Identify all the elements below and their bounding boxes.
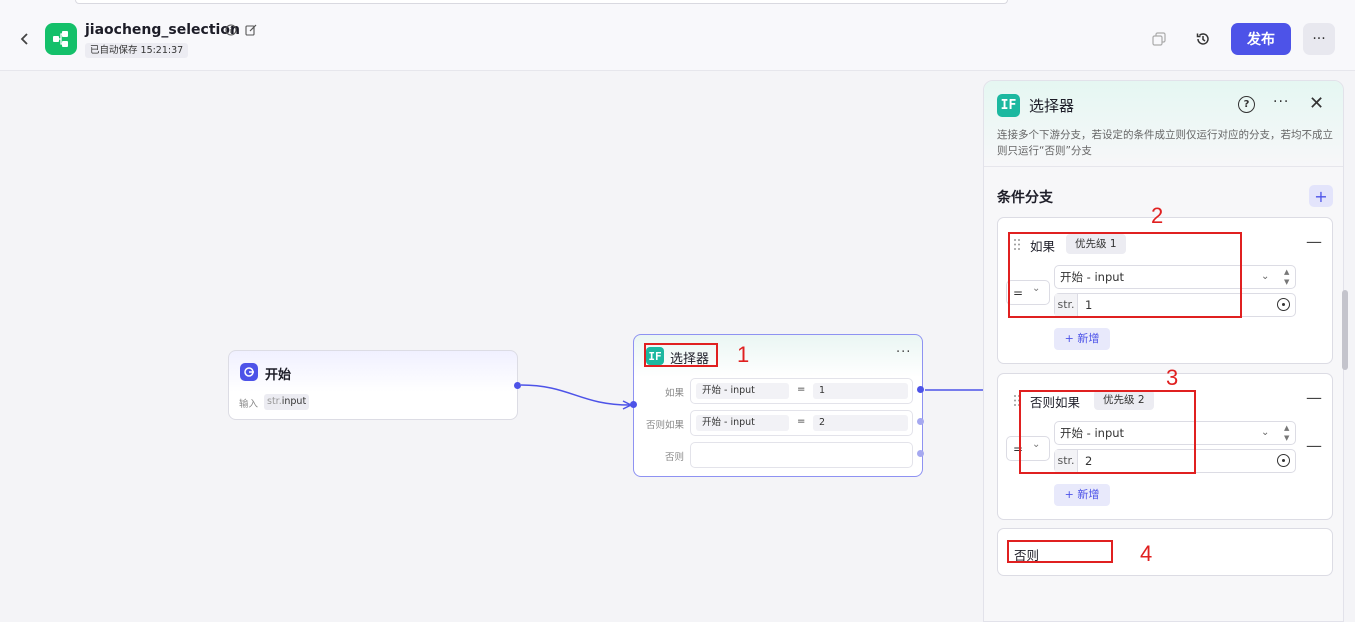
condition-right: 2 (813, 415, 908, 431)
add-branch-button[interactable]: + (1309, 185, 1333, 207)
top-divider (75, 0, 1008, 4)
start-node-variable: str.input (264, 394, 310, 410)
selector-row-else: 否则 (634, 442, 924, 468)
copy-icon[interactable] (1150, 30, 1168, 48)
selector-port-elseif[interactable] (917, 418, 924, 425)
panel-description: 连接多个下游分支，若设定的条件成立则仅运行对应的分支，若均不成立则只运行“否则”… (997, 129, 1333, 157)
variable-ref-icon[interactable] (1277, 454, 1290, 467)
remove-branch-icon[interactable]: — (1306, 232, 1322, 251)
add-condition-button[interactable]: + 新增 (1054, 328, 1110, 350)
variable-ref-icon[interactable] (1277, 298, 1290, 311)
app-title: jiaocheng_selection (85, 22, 240, 38)
selector-port-if[interactable] (917, 386, 924, 393)
back-icon[interactable] (16, 28, 34, 50)
start-node-input-label: 输入 (239, 399, 259, 410)
condition-right: 1 (813, 383, 908, 399)
panel-scrollbar[interactable] (1342, 290, 1348, 370)
annotation-number-3: 3 (1166, 365, 1179, 390)
annotation-number-4: 4 (1140, 541, 1153, 566)
annotation-box-2 (1008, 232, 1242, 318)
selector-row-if: 如果 开始 - input = 1 (634, 378, 924, 404)
help-icon[interactable]: ? (1238, 96, 1255, 113)
stepper-icon[interactable]: ▲ ▼ (1284, 423, 1289, 443)
annotation-box-3 (1019, 390, 1196, 474)
edit-icon[interactable] (245, 24, 257, 39)
chevron-down-icon: ⌄ (1261, 271, 1270, 282)
selector-port-else[interactable] (917, 450, 924, 457)
start-node-icon (240, 363, 258, 381)
top-bar: jiaocheng_selection 已自动保存 15:21:37 发布 ··… (0, 0, 1355, 71)
annotation-box-4 (1007, 540, 1113, 563)
condition-box[interactable]: 开始 - input = 2 (690, 410, 913, 436)
close-icon[interactable]: ✕ (1309, 93, 1324, 114)
annotation-box-1 (644, 343, 718, 367)
condition-operator: = (797, 416, 806, 427)
condition-operator: = (797, 384, 806, 395)
condition-left: 开始 - input (696, 415, 789, 431)
condition-box[interactable]: 开始 - input = 1 (690, 378, 913, 404)
chevron-down-icon: ⌄ (1261, 427, 1270, 438)
remove-branch-icon[interactable]: — (1306, 388, 1322, 407)
panel-header: IF 选择器 ? ··· ✕ 连接多个下游分支，若设定的条件成立则仅运行对应的分… (984, 81, 1343, 167)
publish-button[interactable]: 发布 (1231, 23, 1291, 55)
if-icon: IF (997, 94, 1020, 117)
row-label: 如果 (664, 388, 684, 399)
selector-input-port[interactable] (630, 401, 637, 408)
selector-row-elseif: 否则如果 开始 - input = 2 (634, 410, 924, 436)
row-label: 否则如果 (645, 420, 684, 431)
row-label: 否则 (664, 452, 684, 463)
stepper-icon[interactable]: ▲ ▼ (1284, 267, 1289, 287)
start-output-port[interactable] (514, 382, 521, 389)
more-icon[interactable]: ··· (1303, 23, 1335, 55)
title-actions (225, 24, 257, 39)
panel-title: 选择器 (1029, 97, 1075, 115)
node-more-icon[interactable]: ··· (896, 345, 911, 360)
info-icon[interactable] (225, 24, 237, 39)
start-node-title: 开始 (265, 368, 292, 383)
app-icon (45, 23, 77, 55)
condition-left: 开始 - input (696, 383, 789, 399)
add-condition-button[interactable]: + 新增 (1054, 484, 1110, 506)
annotation-number-2: 2 (1151, 203, 1164, 228)
start-node[interactable]: 开始 输入 str.input (228, 350, 518, 420)
section-title: 条件分支 (997, 190, 1053, 206)
remove-condition-icon[interactable]: — (1306, 436, 1322, 455)
panel-more-icon[interactable]: ··· (1273, 94, 1289, 110)
annotation-number-1: 1 (737, 342, 750, 367)
variable-type: str. (267, 396, 282, 407)
condition-box-empty[interactable] (690, 442, 913, 468)
history-icon[interactable] (1194, 30, 1212, 48)
variable-name: input (281, 396, 307, 407)
autosave-status: 已自动保存 15:21:37 (85, 43, 189, 58)
